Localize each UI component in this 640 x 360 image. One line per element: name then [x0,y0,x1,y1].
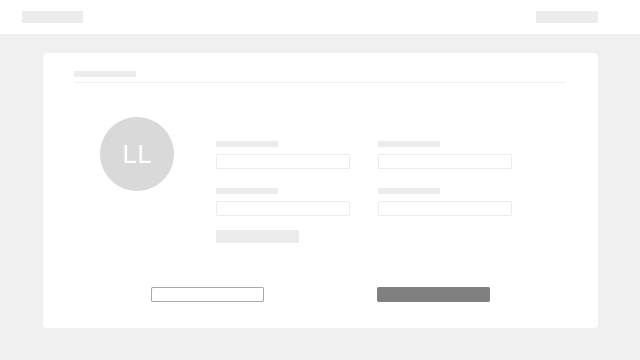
avatar[interactable]: LL [100,117,174,191]
text-field-2[interactable] [378,154,512,169]
field-label-3 [216,188,278,194]
secondary-link[interactable] [216,230,299,243]
field-label-1 [216,141,278,147]
account-menu-button[interactable] [536,11,598,23]
save-button[interactable] [377,287,490,302]
text-field-4[interactable] [378,201,512,216]
text-field-1[interactable] [216,154,350,169]
field-label-4 [378,188,440,194]
top-bar [0,0,640,34]
text-field-3[interactable] [216,201,350,216]
card-divider [74,82,566,83]
cancel-button[interactable] [151,287,264,302]
field-label-2 [378,141,440,147]
app-logo[interactable] [22,11,83,23]
avatar-initials: LL [122,139,152,169]
profile-card: LL [43,53,598,328]
card-title [74,71,136,77]
